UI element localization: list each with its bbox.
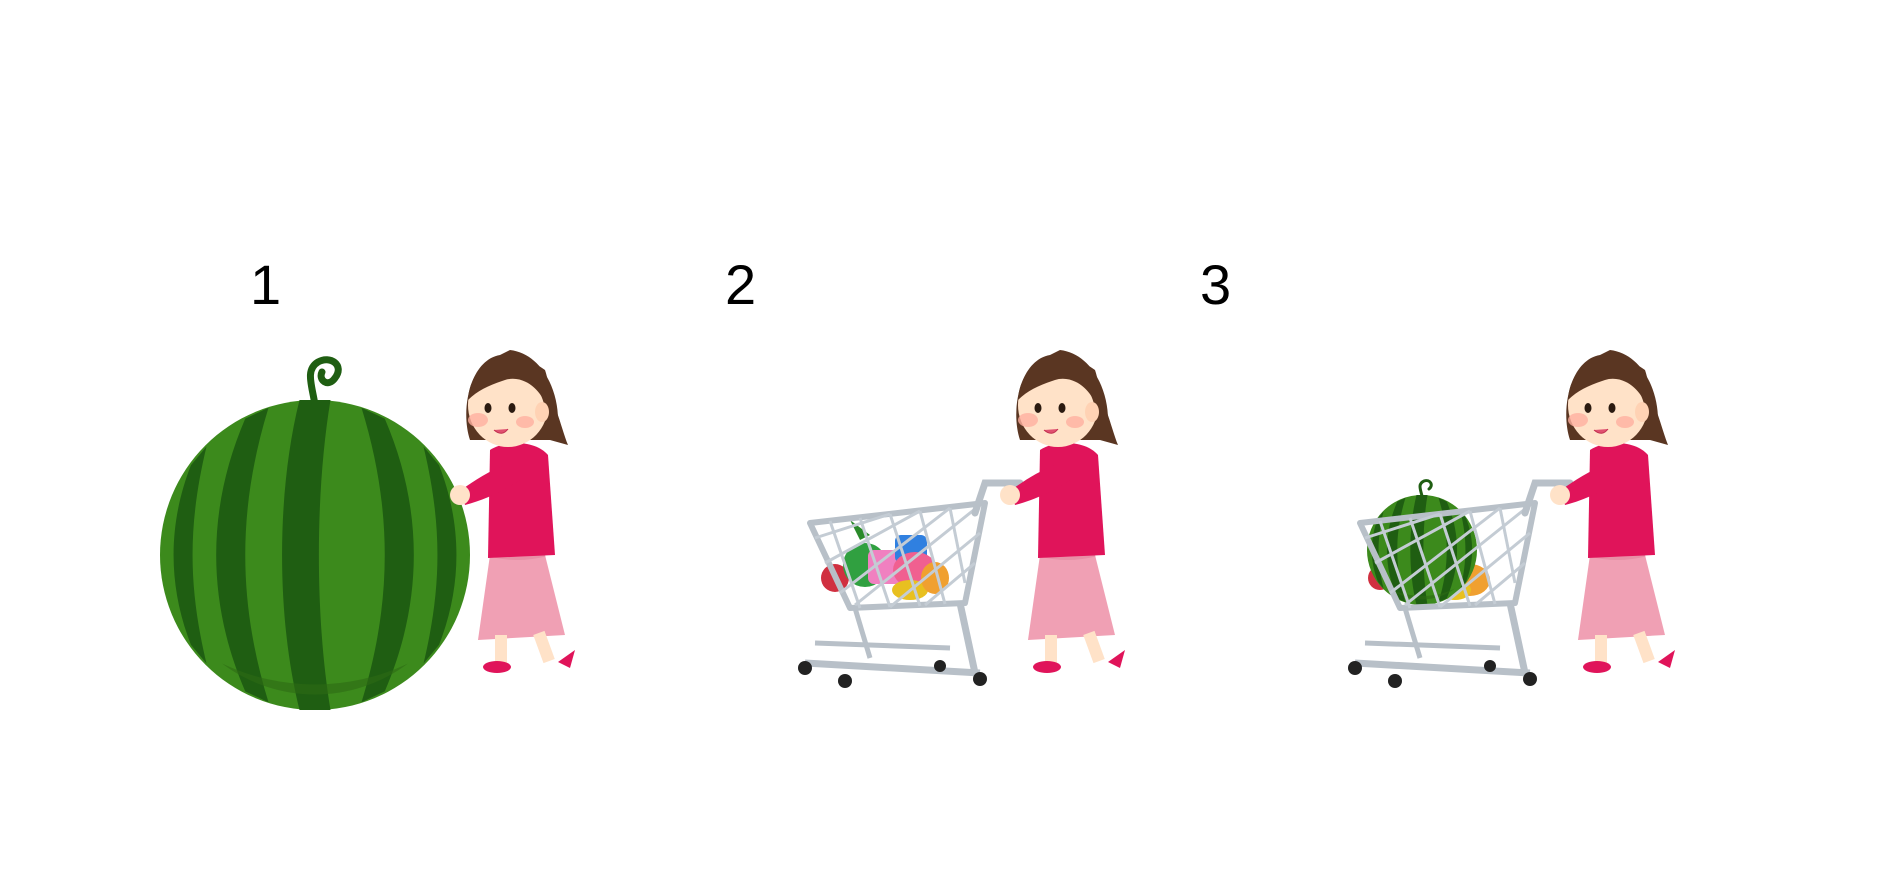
- girl-1: [448, 348, 577, 675]
- girl-2: [998, 348, 1127, 675]
- girl-3: [1548, 348, 1677, 675]
- watermelon-small: [1367, 479, 1477, 605]
- watermelon-large: [160, 356, 470, 710]
- illustration-scene: [160, 348, 1677, 710]
